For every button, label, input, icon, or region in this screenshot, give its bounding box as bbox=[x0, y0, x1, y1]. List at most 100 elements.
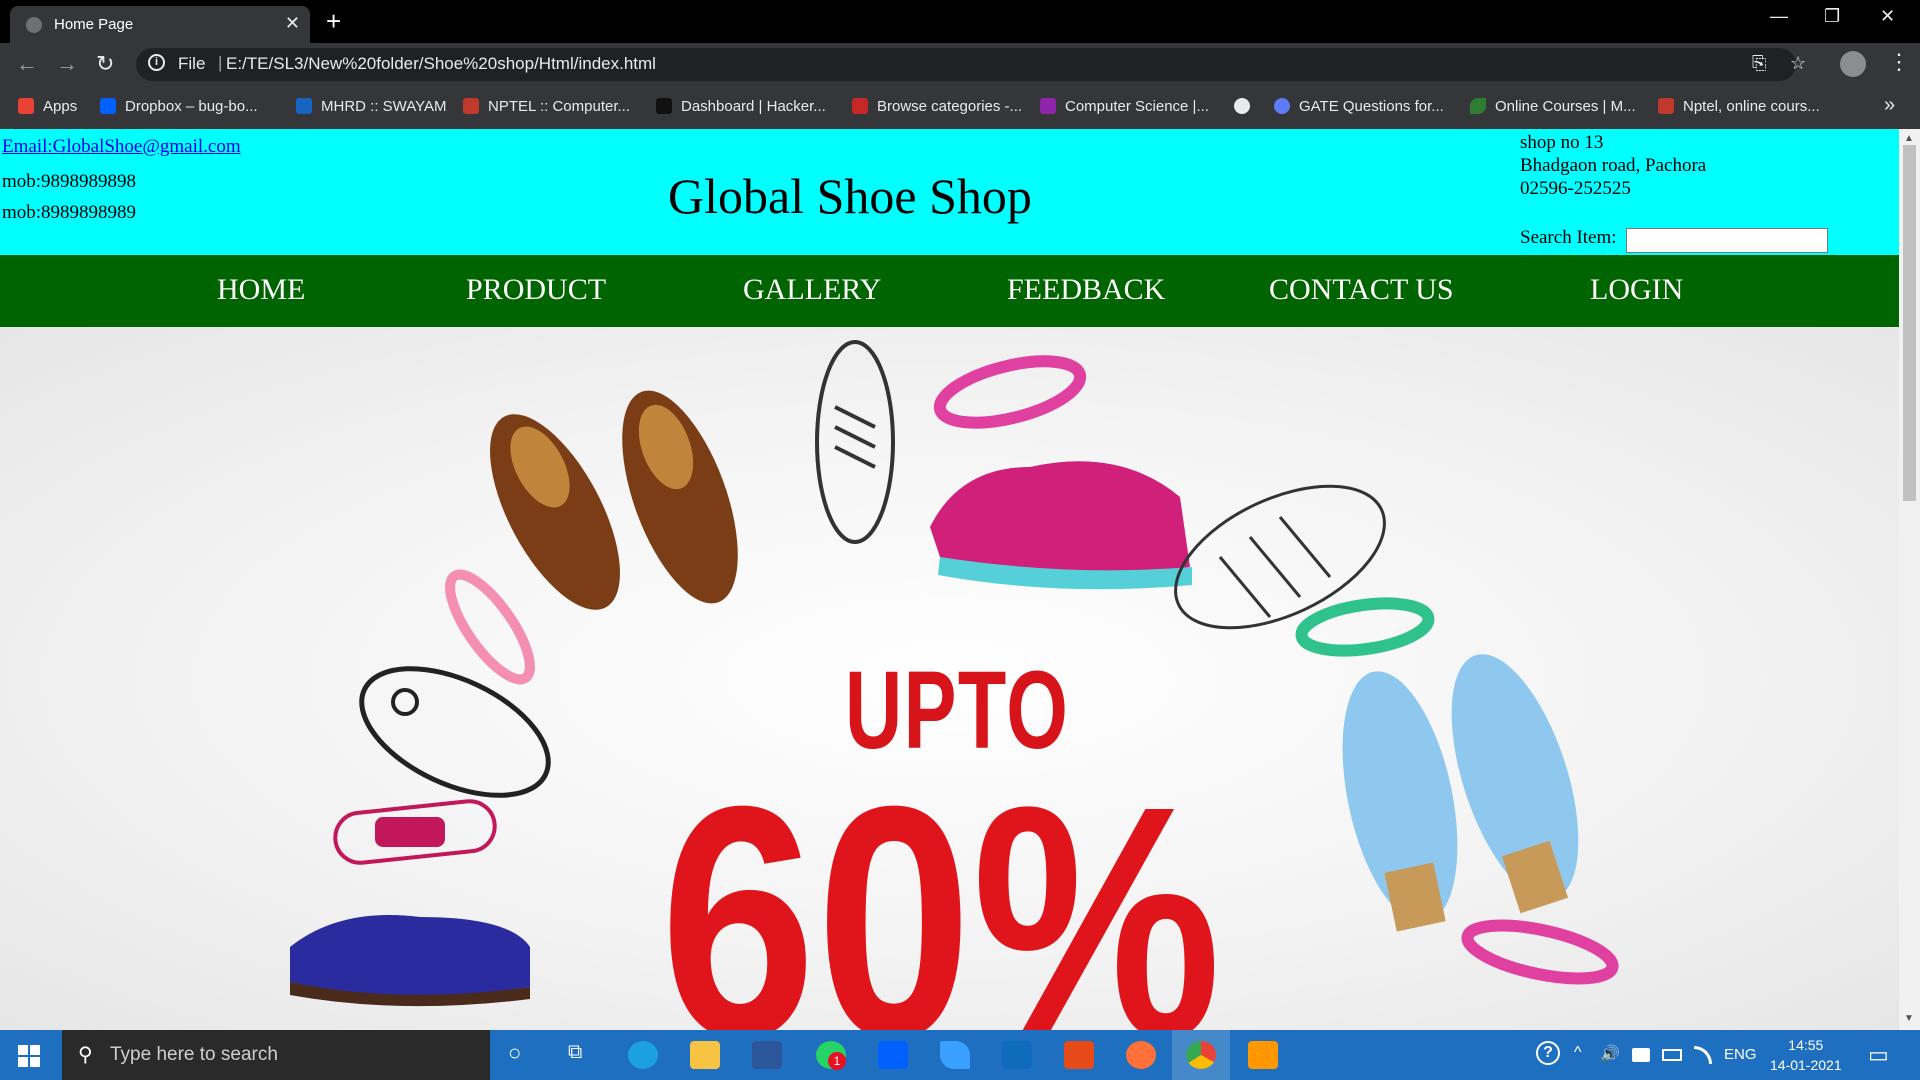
site-header: Email:GlobalShoe@gmail.com mob:989898989… bbox=[0, 129, 1899, 255]
restore-button[interactable]: ❐ bbox=[1824, 6, 1840, 27]
clock[interactable]: 14:55 14-01-2021 bbox=[1770, 1035, 1842, 1075]
language-indicator[interactable]: ENG bbox=[1724, 1046, 1757, 1063]
bookmark-hackerrank[interactable]: Dashboard | Hacker... bbox=[656, 98, 826, 115]
back-icon[interactable]: ← bbox=[16, 51, 38, 77]
edge-icon[interactable] bbox=[628, 1041, 658, 1069]
store-icon[interactable] bbox=[752, 1041, 782, 1069]
tab-close-icon[interactable]: ✕ bbox=[285, 13, 300, 34]
windows-taskbar: ⚲ Type here to search ○ ⧉ 1 ? ^ 🔊 ENG 14… bbox=[0, 1030, 1920, 1080]
tray-chevron-icon[interactable]: ^ bbox=[1574, 1044, 1582, 1062]
address-phone: 02596-252525 bbox=[1520, 178, 1631, 199]
computer-science-icon bbox=[1040, 98, 1056, 114]
bookmark-computer-science[interactable]: Computer Science |... bbox=[1040, 98, 1209, 115]
nav-home[interactable]: HOME bbox=[217, 273, 305, 307]
browser-toolbar: ← → ↻ i File | E:/TE/SL3/New%20folder/Sh… bbox=[0, 43, 1920, 86]
gate-icon bbox=[1274, 98, 1290, 114]
bookmark-nptel-online[interactable]: Nptel, online cours... bbox=[1658, 98, 1820, 115]
bookmarks-overflow-icon[interactable]: » bbox=[1884, 94, 1895, 117]
site-title: Global Shoe Shop bbox=[668, 168, 1032, 224]
dropbox-icon[interactable] bbox=[878, 1041, 908, 1069]
sale-banner: UPTO 60% bbox=[0, 327, 1899, 1030]
scroll-up-icon[interactable]: ▲ bbox=[1904, 133, 1914, 144]
browser-titlebar: Home Page ✕ + — ❐ ✕ bbox=[0, 0, 1920, 43]
nav-gallery[interactable]: GALLERY bbox=[743, 273, 881, 307]
nptel-icon bbox=[1658, 98, 1674, 114]
taskbar-search-box[interactable]: ⚲ Type here to search bbox=[62, 1030, 490, 1080]
chrome-icon[interactable] bbox=[1186, 1041, 1216, 1069]
apps-grid-icon bbox=[18, 98, 34, 114]
hackerrank-icon bbox=[656, 98, 672, 114]
scrollbar-thumb[interactable] bbox=[1903, 145, 1916, 501]
wifi-icon[interactable] bbox=[1694, 1046, 1712, 1064]
site-info-icon[interactable]: i bbox=[148, 54, 165, 71]
clock-date: 14-01-2021 bbox=[1770, 1057, 1842, 1073]
bookmark-globe[interactable] bbox=[1234, 98, 1259, 115]
search-label: Search Item: bbox=[1520, 227, 1617, 248]
file-explorer-icon[interactable] bbox=[690, 1041, 720, 1069]
notification-center-icon[interactable]: ▭ bbox=[1868, 1042, 1889, 1068]
volume-icon[interactable]: 🔊 bbox=[1600, 1044, 1620, 1064]
address-bar[interactable]: i File | E:/TE/SL3/New%20folder/Shoe%20s… bbox=[136, 48, 1806, 81]
nav-contact-us[interactable]: CONTACT US bbox=[1269, 273, 1454, 307]
pink-sneaker-icon bbox=[333, 799, 497, 865]
address-scheme: File bbox=[178, 54, 206, 73]
swayam-icon bbox=[296, 98, 312, 114]
nav-product[interactable]: PRODUCT bbox=[466, 273, 606, 307]
firefox-icon[interactable] bbox=[1126, 1041, 1156, 1069]
mail-icon[interactable] bbox=[1002, 1041, 1032, 1069]
page-scrollbar[interactable]: ▲ ▼ bbox=[1899, 129, 1920, 1030]
close-window-button[interactable]: ✕ bbox=[1880, 6, 1895, 27]
bookmark-nptel[interactable]: NPTEL :: Computer... bbox=[463, 98, 630, 115]
nptel-icon bbox=[463, 98, 479, 114]
browser-tab[interactable]: Home Page ✕ bbox=[10, 6, 310, 43]
sketch-sneaker-left-icon bbox=[359, 666, 551, 798]
taskbar-search-placeholder: Type here to search bbox=[110, 1044, 278, 1065]
minimize-button[interactable]: — bbox=[1770, 6, 1788, 27]
categories-icon bbox=[852, 98, 868, 114]
leaf-icon bbox=[1470, 98, 1486, 114]
bookmark-browse-categories[interactable]: Browse categories -... bbox=[852, 98, 1022, 115]
task-view-icon[interactable]: ⧉ bbox=[568, 1041, 582, 1064]
onedrive-icon[interactable] bbox=[1632, 1048, 1650, 1062]
translate-icon[interactable]: ⎘ bbox=[1752, 53, 1766, 74]
forward-icon[interactable]: → bbox=[56, 51, 78, 77]
blue-loafer-right-icon bbox=[1451, 654, 1579, 914]
mobile-number-1: mob:9898989898 bbox=[2, 171, 137, 192]
search-input[interactable] bbox=[1626, 228, 1828, 253]
bookmark-star-icon[interactable]: ☆ bbox=[1790, 53, 1806, 74]
address-separator: | bbox=[218, 53, 223, 72]
bookmark-dropbox[interactable]: Dropbox – bug-bo... bbox=[100, 98, 258, 115]
office-icon[interactable] bbox=[1064, 1041, 1094, 1069]
address-line-2: Bhadgaon road, Pachora bbox=[1520, 155, 1707, 176]
scroll-down-icon[interactable]: ▼ bbox=[1904, 1013, 1914, 1024]
bookmark-online-courses[interactable]: Online Courses | M... bbox=[1470, 98, 1636, 115]
nav-feedback[interactable]: FEEDBACK bbox=[1007, 273, 1165, 307]
globe-icon bbox=[1234, 98, 1250, 114]
new-tab-button[interactable]: + bbox=[326, 6, 341, 37]
browser-menu-icon[interactable]: ⋮ bbox=[1888, 49, 1910, 75]
search-icon: ⚲ bbox=[78, 1044, 93, 1066]
banner-percent-text: 60% bbox=[660, 737, 1222, 1031]
bookmark-apps[interactable]: Apps bbox=[18, 98, 77, 115]
battery-icon[interactable] bbox=[1662, 1049, 1682, 1061]
help-icon[interactable]: ? bbox=[1536, 1041, 1560, 1065]
address-url[interactable]: E:/TE/SL3/New%20folder/Shoe%20shop/Html/… bbox=[226, 54, 656, 74]
bolt-app-icon[interactable] bbox=[940, 1041, 970, 1069]
cortana-icon[interactable]: ○ bbox=[508, 1040, 521, 1066]
bookmark-swayam[interactable]: MHRD :: SWAYAM bbox=[296, 98, 447, 115]
pink-insole-bottom-icon bbox=[1461, 919, 1619, 985]
blue-boat-shoe-icon bbox=[290, 915, 530, 1007]
sublime-text-icon[interactable] bbox=[1248, 1041, 1278, 1069]
profile-avatar[interactable] bbox=[1840, 51, 1866, 77]
nav-login[interactable]: LOGIN bbox=[1590, 273, 1683, 307]
windows-start-icon[interactable] bbox=[18, 1045, 40, 1067]
sketch-sneaker-top-icon bbox=[815, 340, 895, 544]
brown-loafer-right-icon bbox=[622, 390, 738, 604]
bookmark-gate-questions[interactable]: GATE Questions for... bbox=[1274, 98, 1444, 115]
page-viewport: Email:GlobalShoe@gmail.com mob:989898989… bbox=[0, 129, 1920, 1030]
email-link[interactable]: Email:GlobalShoe@gmail.com bbox=[2, 136, 241, 158]
main-nav: HOME PRODUCT GALLERY FEEDBACK CONTACT US… bbox=[0, 255, 1899, 327]
dropbox-icon bbox=[100, 98, 116, 114]
mobile-number-2: mob:8989898989 bbox=[2, 202, 137, 223]
reload-icon[interactable]: ↻ bbox=[96, 51, 114, 77]
